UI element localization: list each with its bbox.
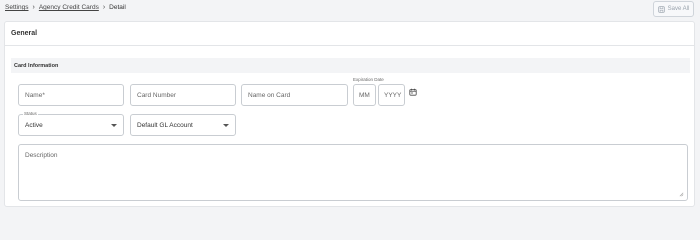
description-textarea[interactable]: Description: [18, 144, 688, 201]
name-on-card-placeholder: Name on Card: [248, 91, 291, 99]
chevron-right-icon: ›: [102, 4, 106, 11]
section-header-card-information: Card Information: [11, 58, 690, 73]
year-placeholder: YYYY: [384, 91, 402, 99]
resize-handle-icon[interactable]: [679, 192, 684, 197]
breadcrumb-current: Detail: [109, 4, 126, 11]
card-number-placeholder: Card Number: [137, 91, 177, 99]
breadcrumb-link-settings[interactable]: Settings: [5, 4, 29, 11]
card-number-field[interactable]: Card Number: [130, 84, 236, 106]
chevron-right-icon: ›: [32, 4, 35, 11]
expiration-year-field[interactable]: YYYY: [378, 84, 405, 106]
status-value: Active: [25, 121, 43, 129]
expiration-date-label: Expiration Date: [353, 77, 384, 82]
status-select[interactable]: Active: [18, 114, 124, 136]
caret-down-icon: [223, 123, 229, 127]
name-placeholder: Name*: [25, 91, 45, 99]
expiration-month-field[interactable]: MM: [353, 84, 376, 106]
name-on-card-field[interactable]: Name on Card: [241, 84, 348, 106]
breadcrumb: Settings › Agency Credit Cards › Detail: [5, 4, 126, 11]
breadcrumb-link-agency-credit-cards[interactable]: Agency Credit Cards: [39, 4, 99, 11]
save-icon: [658, 5, 665, 13]
calendar-icon[interactable]: [409, 88, 417, 96]
card-header-title: General: [5, 22, 694, 46]
default-gl-account-select[interactable]: Default GL Account: [130, 114, 236, 136]
general-card: General Card Information Name* Card Numb…: [4, 21, 695, 207]
description-placeholder: Description: [25, 152, 58, 159]
gl-account-value: Default GL Account: [137, 121, 193, 129]
save-all-button[interactable]: Save All: [653, 1, 694, 17]
name-field[interactable]: Name*: [18, 84, 124, 106]
save-all-label: Save All: [667, 6, 690, 12]
top-bar: Settings › Agency Credit Cards › Detail …: [0, 0, 700, 20]
caret-down-icon: [111, 123, 117, 127]
status-label: Status: [23, 111, 38, 116]
month-placeholder: MM: [359, 91, 370, 99]
